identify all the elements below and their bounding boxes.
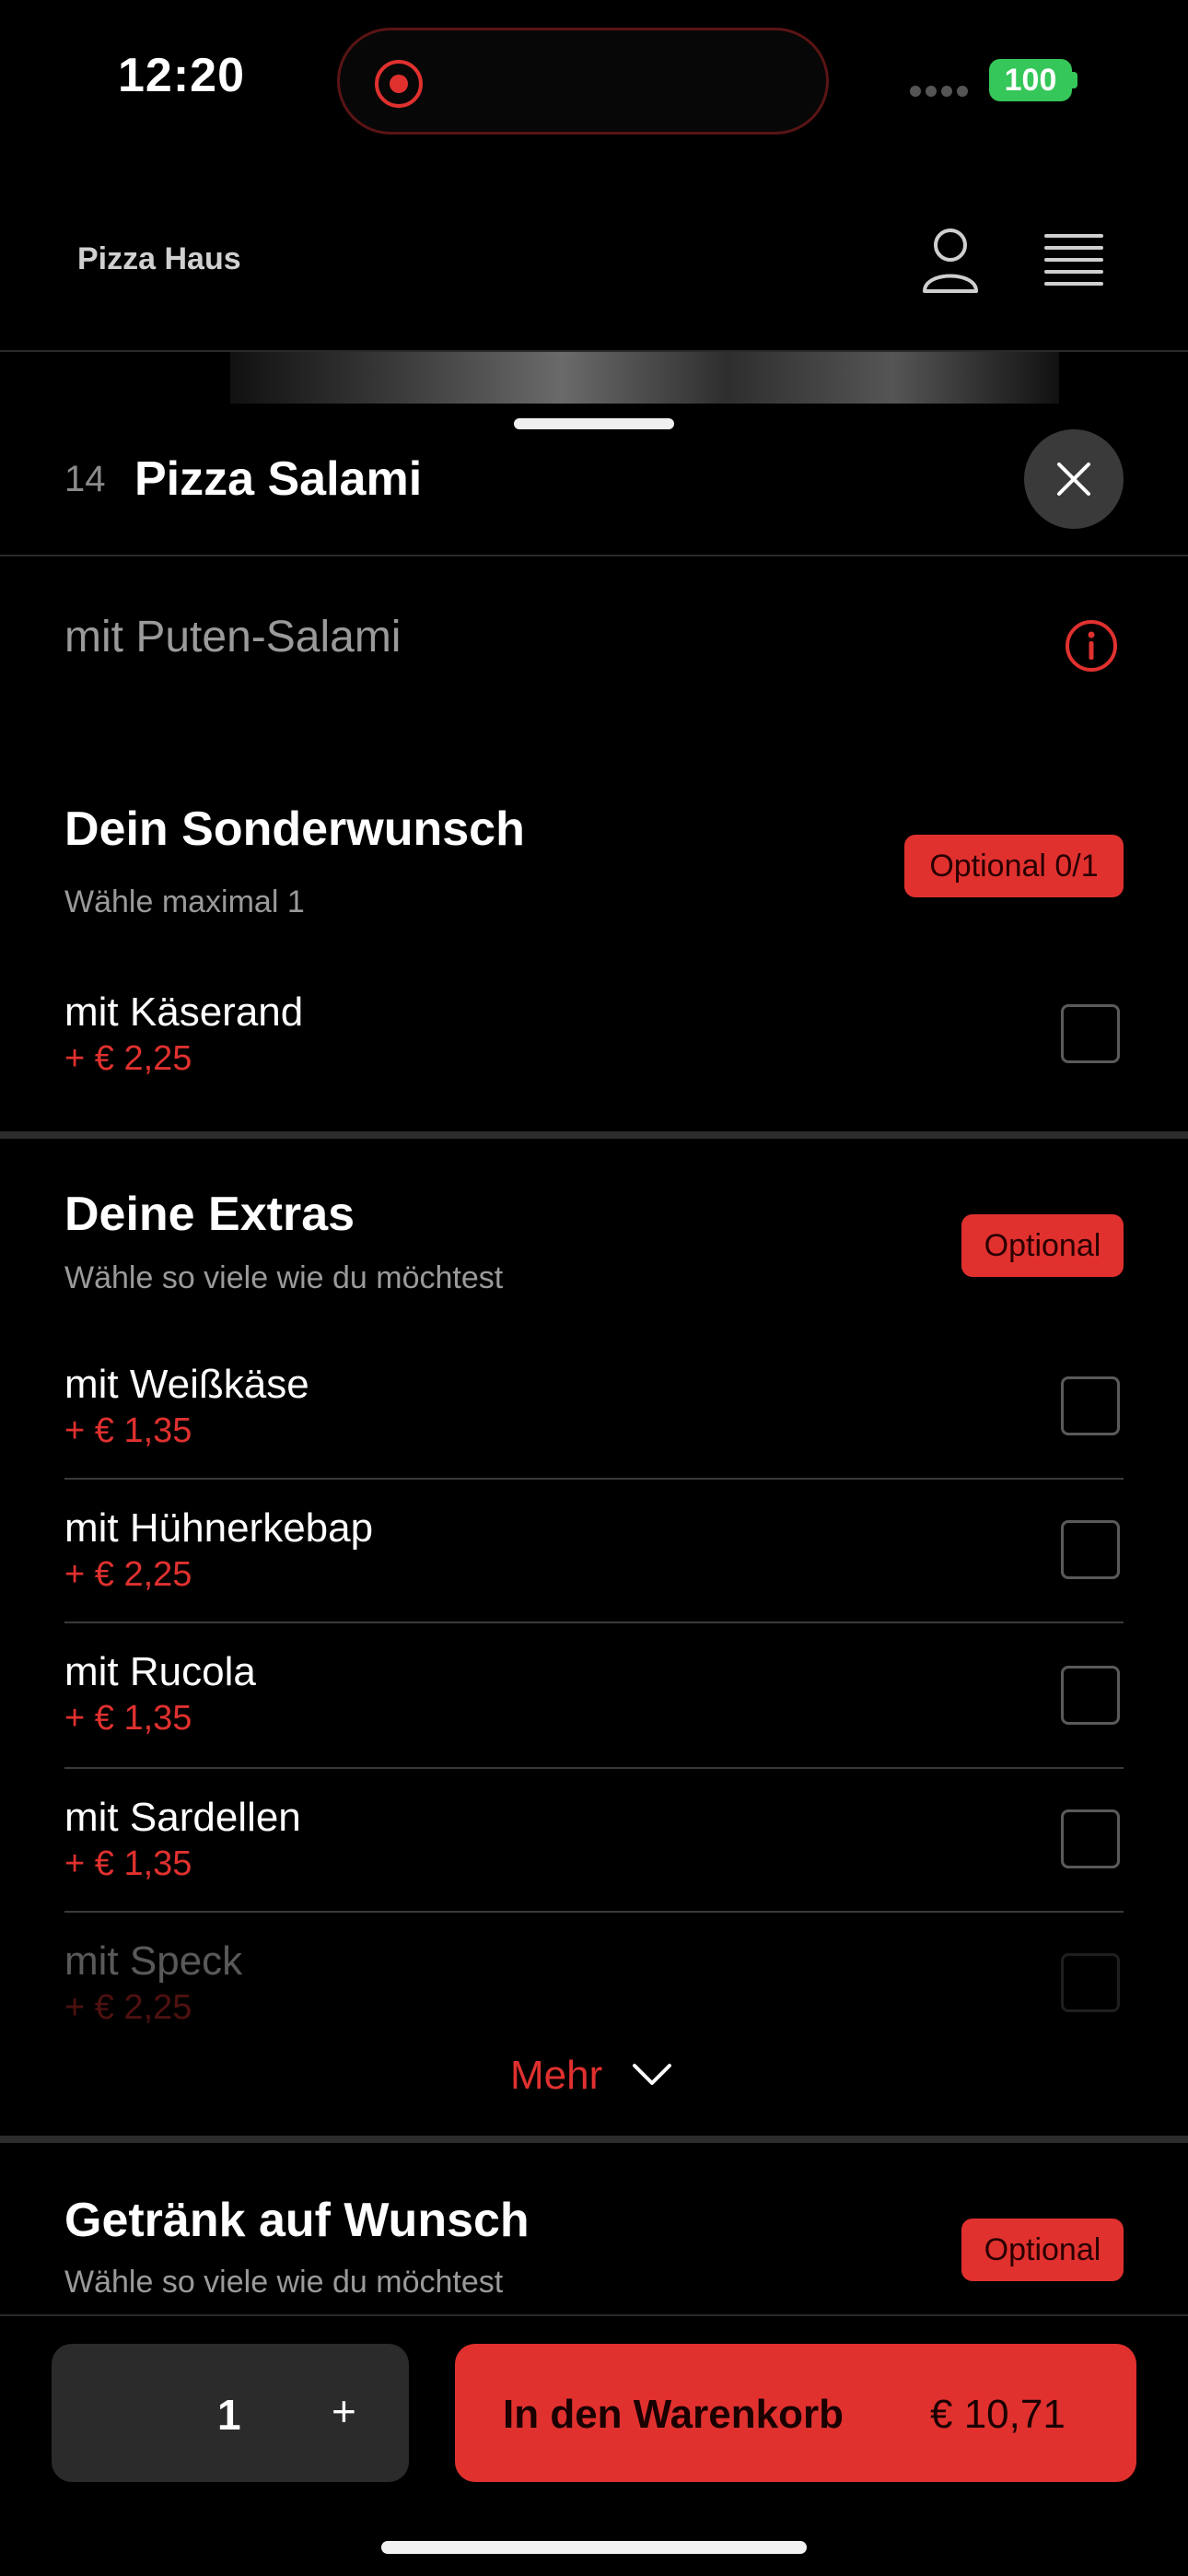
option-name: mit Weißkäse <box>64 1362 309 1407</box>
option-price: + € 1,35 <box>64 1411 192 1450</box>
sheet-grabber[interactable] <box>514 418 674 429</box>
status-time: 12:20 <box>118 49 245 102</box>
section-subtitle-sonderwunsch: Wähle maximal 1 <box>64 884 305 919</box>
section-title-sonderwunsch: Dein Sonderwunsch <box>64 802 525 856</box>
quantity-value: 1 <box>217 2391 241 2439</box>
status-badge-optional: Optional <box>961 2219 1124 2281</box>
sheet-divider <box>0 555 1188 556</box>
section-title-extras: Deine Extras <box>64 1188 355 1241</box>
option-checkbox[interactable] <box>1061 1520 1120 1579</box>
dynamic-island <box>337 28 829 135</box>
item-number: 14 <box>64 459 106 499</box>
brand-name[interactable]: Pizza Haus <box>77 241 241 277</box>
info-icon[interactable] <box>1065 619 1118 673</box>
option-price: + € 2,25 <box>64 1555 192 1594</box>
row-divider <box>64 1622 1124 1623</box>
option-price: + € 2,25 <box>64 1039 192 1078</box>
row-divider <box>64 1478 1124 1480</box>
section-subtitle-getraenk: Wähle so viele wie du möchtest <box>64 2265 504 2300</box>
option-checkbox[interactable] <box>1061 1004 1120 1063</box>
option-price: + € 2,25 <box>64 1988 192 2027</box>
option-checkbox[interactable] <box>1061 1809 1120 1868</box>
hamburger-menu-icon[interactable] <box>1044 234 1103 286</box>
row-divider <box>64 1767 1124 1769</box>
increase-quantity-button[interactable]: + <box>332 2386 356 2436</box>
close-icon <box>1057 463 1090 496</box>
battery-icon: 100 <box>989 59 1072 101</box>
section-subtitle-extras: Wähle so viele wie du möchtest <box>64 1260 504 1295</box>
option-name: mit Sardellen <box>64 1795 301 1840</box>
recording-icon <box>375 60 423 108</box>
section-separator <box>0 2136 1188 2143</box>
option-checkbox[interactable] <box>1061 1666 1120 1725</box>
battery-nub <box>1072 72 1077 88</box>
home-indicator[interactable] <box>381 2541 807 2554</box>
item-description: mit Puten-Salami <box>64 613 402 662</box>
user-icon[interactable] <box>921 227 980 293</box>
option-checkbox[interactable] <box>1061 1376 1120 1435</box>
add-to-cart-label: In den Warenkorb <box>503 2392 844 2437</box>
option-price: + € 1,35 <box>64 1844 192 1883</box>
section-title-getraenk: Getränk auf Wunsch <box>64 2194 530 2247</box>
show-more-button[interactable]: Mehr <box>510 2053 602 2099</box>
status-badge-optional-count: Optional 0/1 <box>904 835 1124 897</box>
hero-image-peek <box>230 352 1059 404</box>
option-checkbox[interactable] <box>1061 1953 1120 2012</box>
option-name: mit Käserand <box>64 989 304 1035</box>
signal-icon <box>910 85 974 98</box>
option-name: mit Hühnerkebap <box>64 1505 374 1551</box>
option-name: mit Speck <box>64 1938 243 1984</box>
section-separator <box>0 1131 1188 1139</box>
option-name: mit Rucola <box>64 1649 256 1694</box>
item-title: Pizza Salami <box>134 452 423 506</box>
bottom-bar-divider <box>0 2314 1188 2316</box>
chevron-down-icon[interactable] <box>632 2062 672 2088</box>
row-divider <box>64 1911 1124 1913</box>
status-badge-optional: Optional <box>961 1214 1124 1277</box>
cart-total-price: € 10,71 <box>930 2392 1066 2437</box>
option-price: + € 1,35 <box>64 1699 192 1738</box>
close-button[interactable] <box>1024 429 1124 529</box>
